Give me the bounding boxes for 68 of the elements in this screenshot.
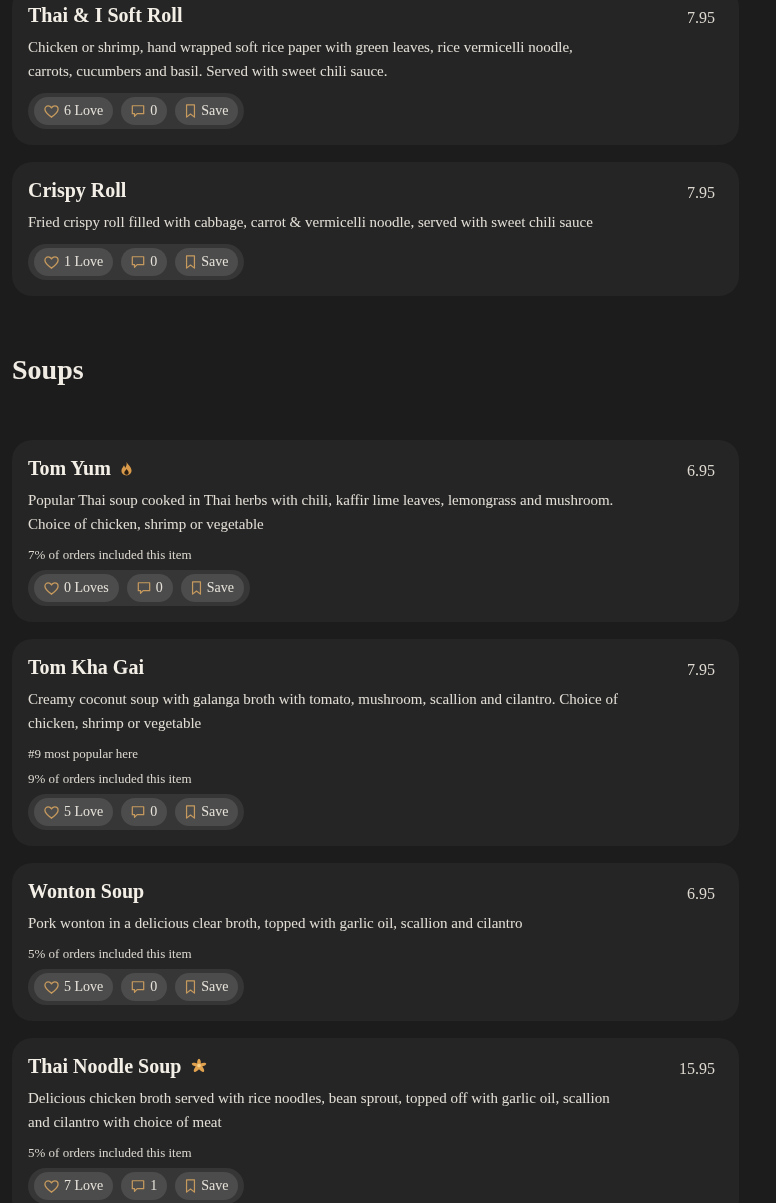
item-description: Pork wonton in a delicious clear broth, topped with garlic oil, scallion and cilantro xyxy=(28,914,524,933)
save-button[interactable]: Save xyxy=(175,248,239,276)
comment-button[interactable]: 0 xyxy=(126,574,173,602)
item-price: 6.95 xyxy=(687,461,715,481)
heart-icon xyxy=(44,580,59,596)
menu-item-card[interactable] xyxy=(12,639,739,846)
item-price: 6.95 xyxy=(687,884,715,904)
menu-item-card[interactable]: Wonton Soup 6.95 Pork wonton in a delicious clear broth, topped with garlic oil, scallion and cilantro 5% of orders included this item 5 Love 0 Save xyxy=(12,863,739,1021)
item-price: 7.95 xyxy=(687,660,715,680)
bookmark-icon xyxy=(185,1179,197,1193)
item-description: Creamy coconut soup with galanga broth with tomato, mushroom, scallion and cilantro. Choice of chicken, shrimp or vegetable xyxy=(28,690,618,733)
item-description: Delicious chicken broth served with rice noodles, bean sprout, topped off with garlic oil, scallion and cilantro with choice of meat xyxy=(28,1089,611,1132)
comment-icon xyxy=(131,104,146,118)
order-stat: 9% of orders included this item xyxy=(28,770,193,788)
flame-icon xyxy=(120,460,132,476)
love-button[interactable]: 5 Love xyxy=(34,973,114,1001)
comment-icon xyxy=(131,255,146,269)
save-button[interactable]: Save xyxy=(175,97,239,125)
order-stat: 5% of orders included this item xyxy=(28,945,193,963)
item-name: Crispy Roll xyxy=(28,178,127,202)
love-button[interactable]: 1 Love xyxy=(34,248,114,276)
heart-icon xyxy=(44,804,59,820)
item-price: 7.95 xyxy=(687,183,715,203)
item-name: Tom Yum xyxy=(28,456,111,480)
bookmark-icon xyxy=(185,980,197,994)
comment-button[interactable]: 0 xyxy=(121,973,168,1001)
section-heading: Soups xyxy=(12,353,85,387)
item-description: Popular Thai soup cooked in Thai herbs with chili, kaffir lime leaves, lemongrass and mushroom. Choice of chicken, shrimp or vegetable xyxy=(28,491,615,534)
comment-button[interactable]: 0 xyxy=(121,97,168,125)
item-name: Tom Kha Gai xyxy=(28,655,144,679)
bookmark-icon xyxy=(185,255,197,269)
love-button[interactable]: 0 Loves xyxy=(34,574,119,602)
save-button[interactable]: Save xyxy=(175,1172,239,1200)
heart-icon xyxy=(44,103,59,119)
love-button[interactable]: 6 Love xyxy=(34,97,114,125)
love-button[interactable]: 5 Love xyxy=(34,798,114,826)
item-name: Wonton Soup xyxy=(28,879,145,903)
menu-item-card[interactable]: Crispy Roll 7.95 Fried crispy roll filled with cabbage, carrot & vermicelli noodle, served with sweet chili sauce 1 Love 0 Save xyxy=(12,162,739,296)
comment-icon xyxy=(131,805,146,819)
menu-item-card[interactable]: Tom Yum 6.95 Popular Thai soup cooked in Thai herbs with chili, kaffir lime leaves, lemongrass and mushroom. Choice of chicken, shrimp or vegetable 7% of orders included this item 0 Loves 0 Save xyxy=(12,440,739,622)
heart-icon xyxy=(44,1178,59,1194)
order-stat: #9 most popular here xyxy=(28,745,140,763)
comment-icon xyxy=(136,581,151,595)
love-button[interactable]: 7 Love xyxy=(34,1172,114,1200)
item-price: 15.95 xyxy=(679,1059,715,1079)
bookmark-icon xyxy=(190,581,202,595)
bookmark-icon xyxy=(185,104,197,118)
save-button[interactable]: Save xyxy=(175,798,239,826)
order-stat: 5% of orders included this item xyxy=(28,1144,193,1162)
heart-icon xyxy=(44,254,59,270)
item-price: 7.95 xyxy=(687,8,715,28)
order-stat: 7% of orders included this item xyxy=(28,546,193,564)
comment-icon xyxy=(131,1179,146,1193)
comment-button[interactable]: 1 xyxy=(121,1172,168,1200)
item-name: Thai & I Soft Roll xyxy=(28,3,183,27)
flower-icon xyxy=(191,1058,208,1074)
save-button[interactable]: Save xyxy=(175,973,239,1001)
item-description: Fried crispy roll filled with cabbage, carrot & vermicelli noodle, served with sweet chili sauce xyxy=(28,213,594,232)
menu-item-card[interactable]: Thai & I Soft Roll 7.95 Chicken or shrimp, hand wrapped soft rice paper with green leaves, rice vermicelli noodle, carrots, cucumbers and basil. Served with sweet chili sauce. 6 Love 0 Save xyxy=(12,0,739,145)
menu-item-card[interactable] xyxy=(12,1038,739,1203)
heart-icon xyxy=(44,979,59,995)
bookmark-icon xyxy=(185,805,197,819)
item-description: Chicken or shrimp, hand wrapped soft rice paper with green leaves, rice vermicelli noodle, carrots, cucumbers and basil. Served with sweet chili sauce. xyxy=(28,38,574,81)
comment-button[interactable]: 0 xyxy=(121,248,168,276)
save-button[interactable]: Save xyxy=(180,574,244,602)
comment-icon xyxy=(131,980,146,994)
item-name: Thai Noodle Soup xyxy=(28,1054,182,1078)
comment-button[interactable]: 0 xyxy=(121,798,168,826)
